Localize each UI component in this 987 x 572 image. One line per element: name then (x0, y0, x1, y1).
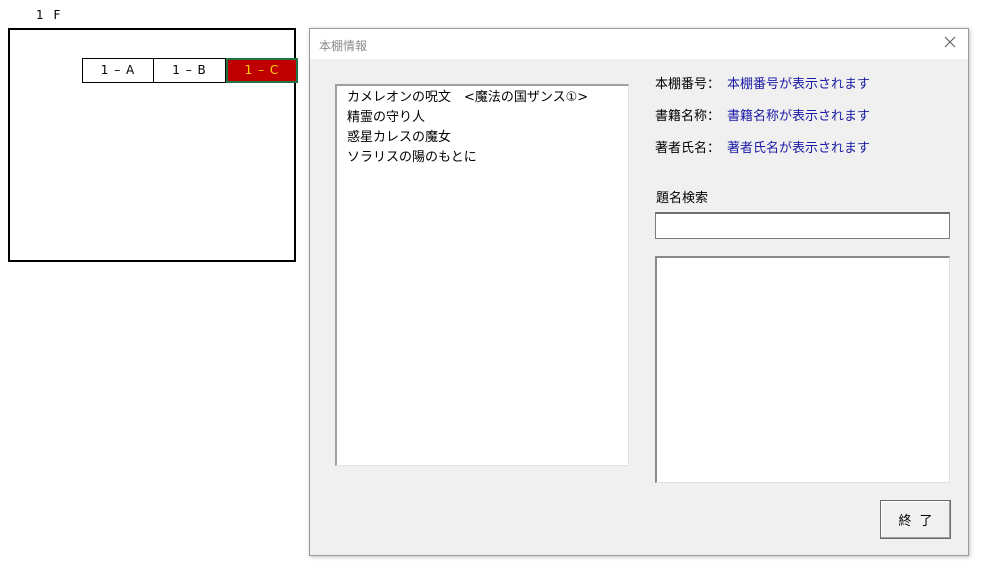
title-search-label: 題名検索 (656, 191, 709, 206)
search-results-listbox[interactable] (655, 256, 950, 483)
floor-label: 1 F (36, 8, 64, 22)
list-item[interactable]: カメレオンの呪文 <魔法の国ザンス①> (347, 88, 628, 108)
book-title-value: 書籍名称が表示されます (727, 109, 871, 124)
dialog-titlebar[interactable]: 本棚情報 (310, 29, 968, 59)
floor-map: 1 – A 1 – B 1 – C (8, 28, 298, 262)
dialog-title: 本棚情報 (319, 39, 368, 53)
book-title-label: 書籍名称： (655, 109, 721, 124)
book-listbox[interactable]: カメレオンの呪文 <魔法の国ザンス①> 精霊の守り人 惑星カレスの魔女 ソラリス… (335, 84, 629, 466)
shelf-1b-button[interactable]: 1 – B (154, 58, 226, 83)
end-button[interactable]: 終了 (880, 500, 951, 539)
bookshelf-info-dialog: 本棚情報 カメレオンの呪文 <魔法の国ザンス①> 精霊の守り人 惑星カレスの魔女… (309, 28, 969, 556)
close-icon (944, 36, 956, 52)
list-item[interactable]: ソラリスの陽のもとに (347, 148, 628, 168)
list-item[interactable]: 惑星カレスの魔女 (347, 128, 628, 148)
shelf-number-value: 本棚番号が表示されます (727, 77, 871, 92)
title-search-input[interactable] (655, 212, 950, 239)
shelf-1a-button[interactable]: 1 – A (82, 58, 154, 83)
book-title-row: 書籍名称： 書籍名称が表示されます (655, 107, 870, 127)
shelf-number-label: 本棚番号： (655, 77, 721, 92)
author-label: 著者氏名： (655, 141, 721, 156)
close-button[interactable] (936, 31, 964, 57)
list-item[interactable]: 精霊の守り人 (347, 108, 628, 128)
shelf-1c-button[interactable]: 1 – C (226, 58, 298, 83)
author-value: 著者氏名が表示されます (727, 141, 871, 156)
shelf-number-row: 本棚番号： 本棚番号が表示されます (655, 75, 870, 95)
author-row: 著者氏名： 著者氏名が表示されます (655, 139, 870, 159)
